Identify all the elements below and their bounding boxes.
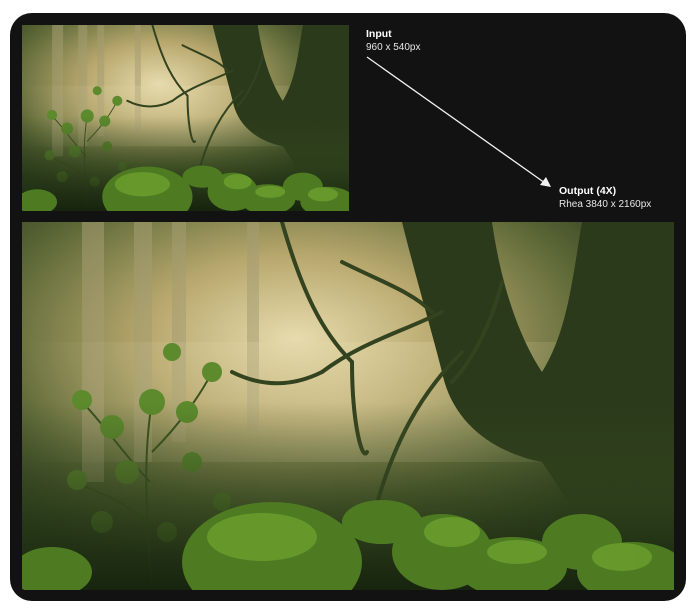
output-title: Output (4X)	[559, 185, 617, 197]
input-label: Input 960 x 540px	[366, 27, 421, 54]
comparison-card: Input 960 x 540px Output (4X) Rhea 3840 …	[10, 13, 686, 601]
input-image	[22, 25, 349, 211]
output-label: Output (4X) Rhea 3840 x 2160px	[559, 184, 651, 211]
input-forest-image	[22, 25, 349, 211]
diagonal-arrow-icon	[366, 56, 551, 187]
input-title: Input	[366, 28, 392, 40]
output-resolution: Rhea 3840 x 2160px	[559, 199, 652, 210]
output-image	[22, 222, 674, 590]
input-resolution: 960 x 540px	[366, 42, 421, 53]
output-forest-image	[22, 222, 674, 590]
